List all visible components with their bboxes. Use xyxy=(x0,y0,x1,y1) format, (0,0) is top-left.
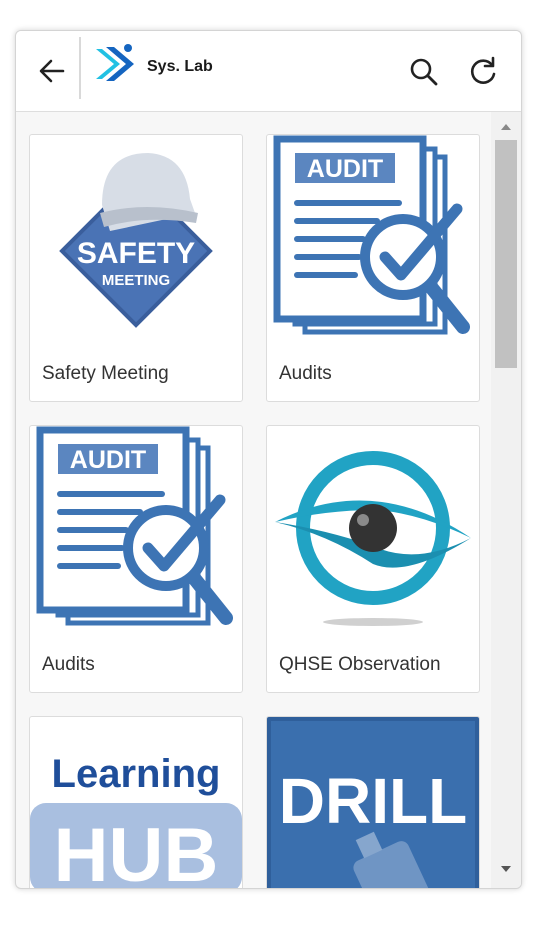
card-label: Safety Meeting xyxy=(42,363,169,384)
audit-document-icon: AUDIT xyxy=(36,426,233,626)
card-learning-hub[interactable]: Learning HUB xyxy=(29,716,243,888)
refresh-button[interactable] xyxy=(466,54,500,88)
eye-observation-icon xyxy=(275,451,471,626)
badge-text-safety: SAFETY xyxy=(77,237,195,270)
audit-document-icon: AUDIT xyxy=(273,135,470,335)
drill-image: DRILL xyxy=(267,717,479,888)
app-window: Sys. Lab SAFETY MEETING Safety Meeting A… xyxy=(15,30,522,889)
refresh-icon xyxy=(470,56,496,84)
badge-text-meeting: MEETING xyxy=(102,272,170,289)
card-qhse-observation[interactable]: QHSE Observation xyxy=(266,425,480,693)
vertical-scrollbar[interactable] xyxy=(491,112,521,888)
arrow-left-icon xyxy=(39,59,65,83)
sys-lab-logo-icon xyxy=(96,44,134,81)
card-label: Audits xyxy=(279,363,332,384)
search-icon xyxy=(410,58,438,86)
card-audits[interactable]: AUDIT Audits xyxy=(266,134,480,402)
brand-name: Sys. Lab xyxy=(147,58,213,75)
scroll-down-arrow-icon[interactable] xyxy=(501,864,511,874)
learning-hub-logo: Learning HUB xyxy=(30,752,242,888)
audit-text: AUDIT xyxy=(307,155,383,183)
safety-meeting-badge-icon: SAFETY MEETING xyxy=(59,153,213,328)
learning-text: Learning xyxy=(52,752,221,796)
hub-text: HUB xyxy=(54,813,219,888)
header-bar: Sys. Lab xyxy=(16,31,521,112)
audit-text: AUDIT xyxy=(70,446,146,474)
search-button[interactable] xyxy=(408,56,440,88)
scrollbar-thumb[interactable] xyxy=(495,140,517,368)
module-grid: SAFETY MEETING Safety Meeting AUDIT Audi… xyxy=(16,112,521,888)
card-label: Audits xyxy=(42,654,95,675)
drill-text: DRILL xyxy=(279,765,467,837)
header-divider xyxy=(79,37,81,99)
card-drill[interactable]: DRILL xyxy=(266,716,480,888)
back-button[interactable] xyxy=(36,55,68,87)
card-audits[interactable]: AUDIT Audits xyxy=(29,425,243,693)
card-safety-meeting[interactable]: SAFETY MEETING Safety Meeting xyxy=(29,134,243,402)
scroll-up-arrow-icon[interactable] xyxy=(501,122,511,132)
card-label: QHSE Observation xyxy=(279,654,441,675)
